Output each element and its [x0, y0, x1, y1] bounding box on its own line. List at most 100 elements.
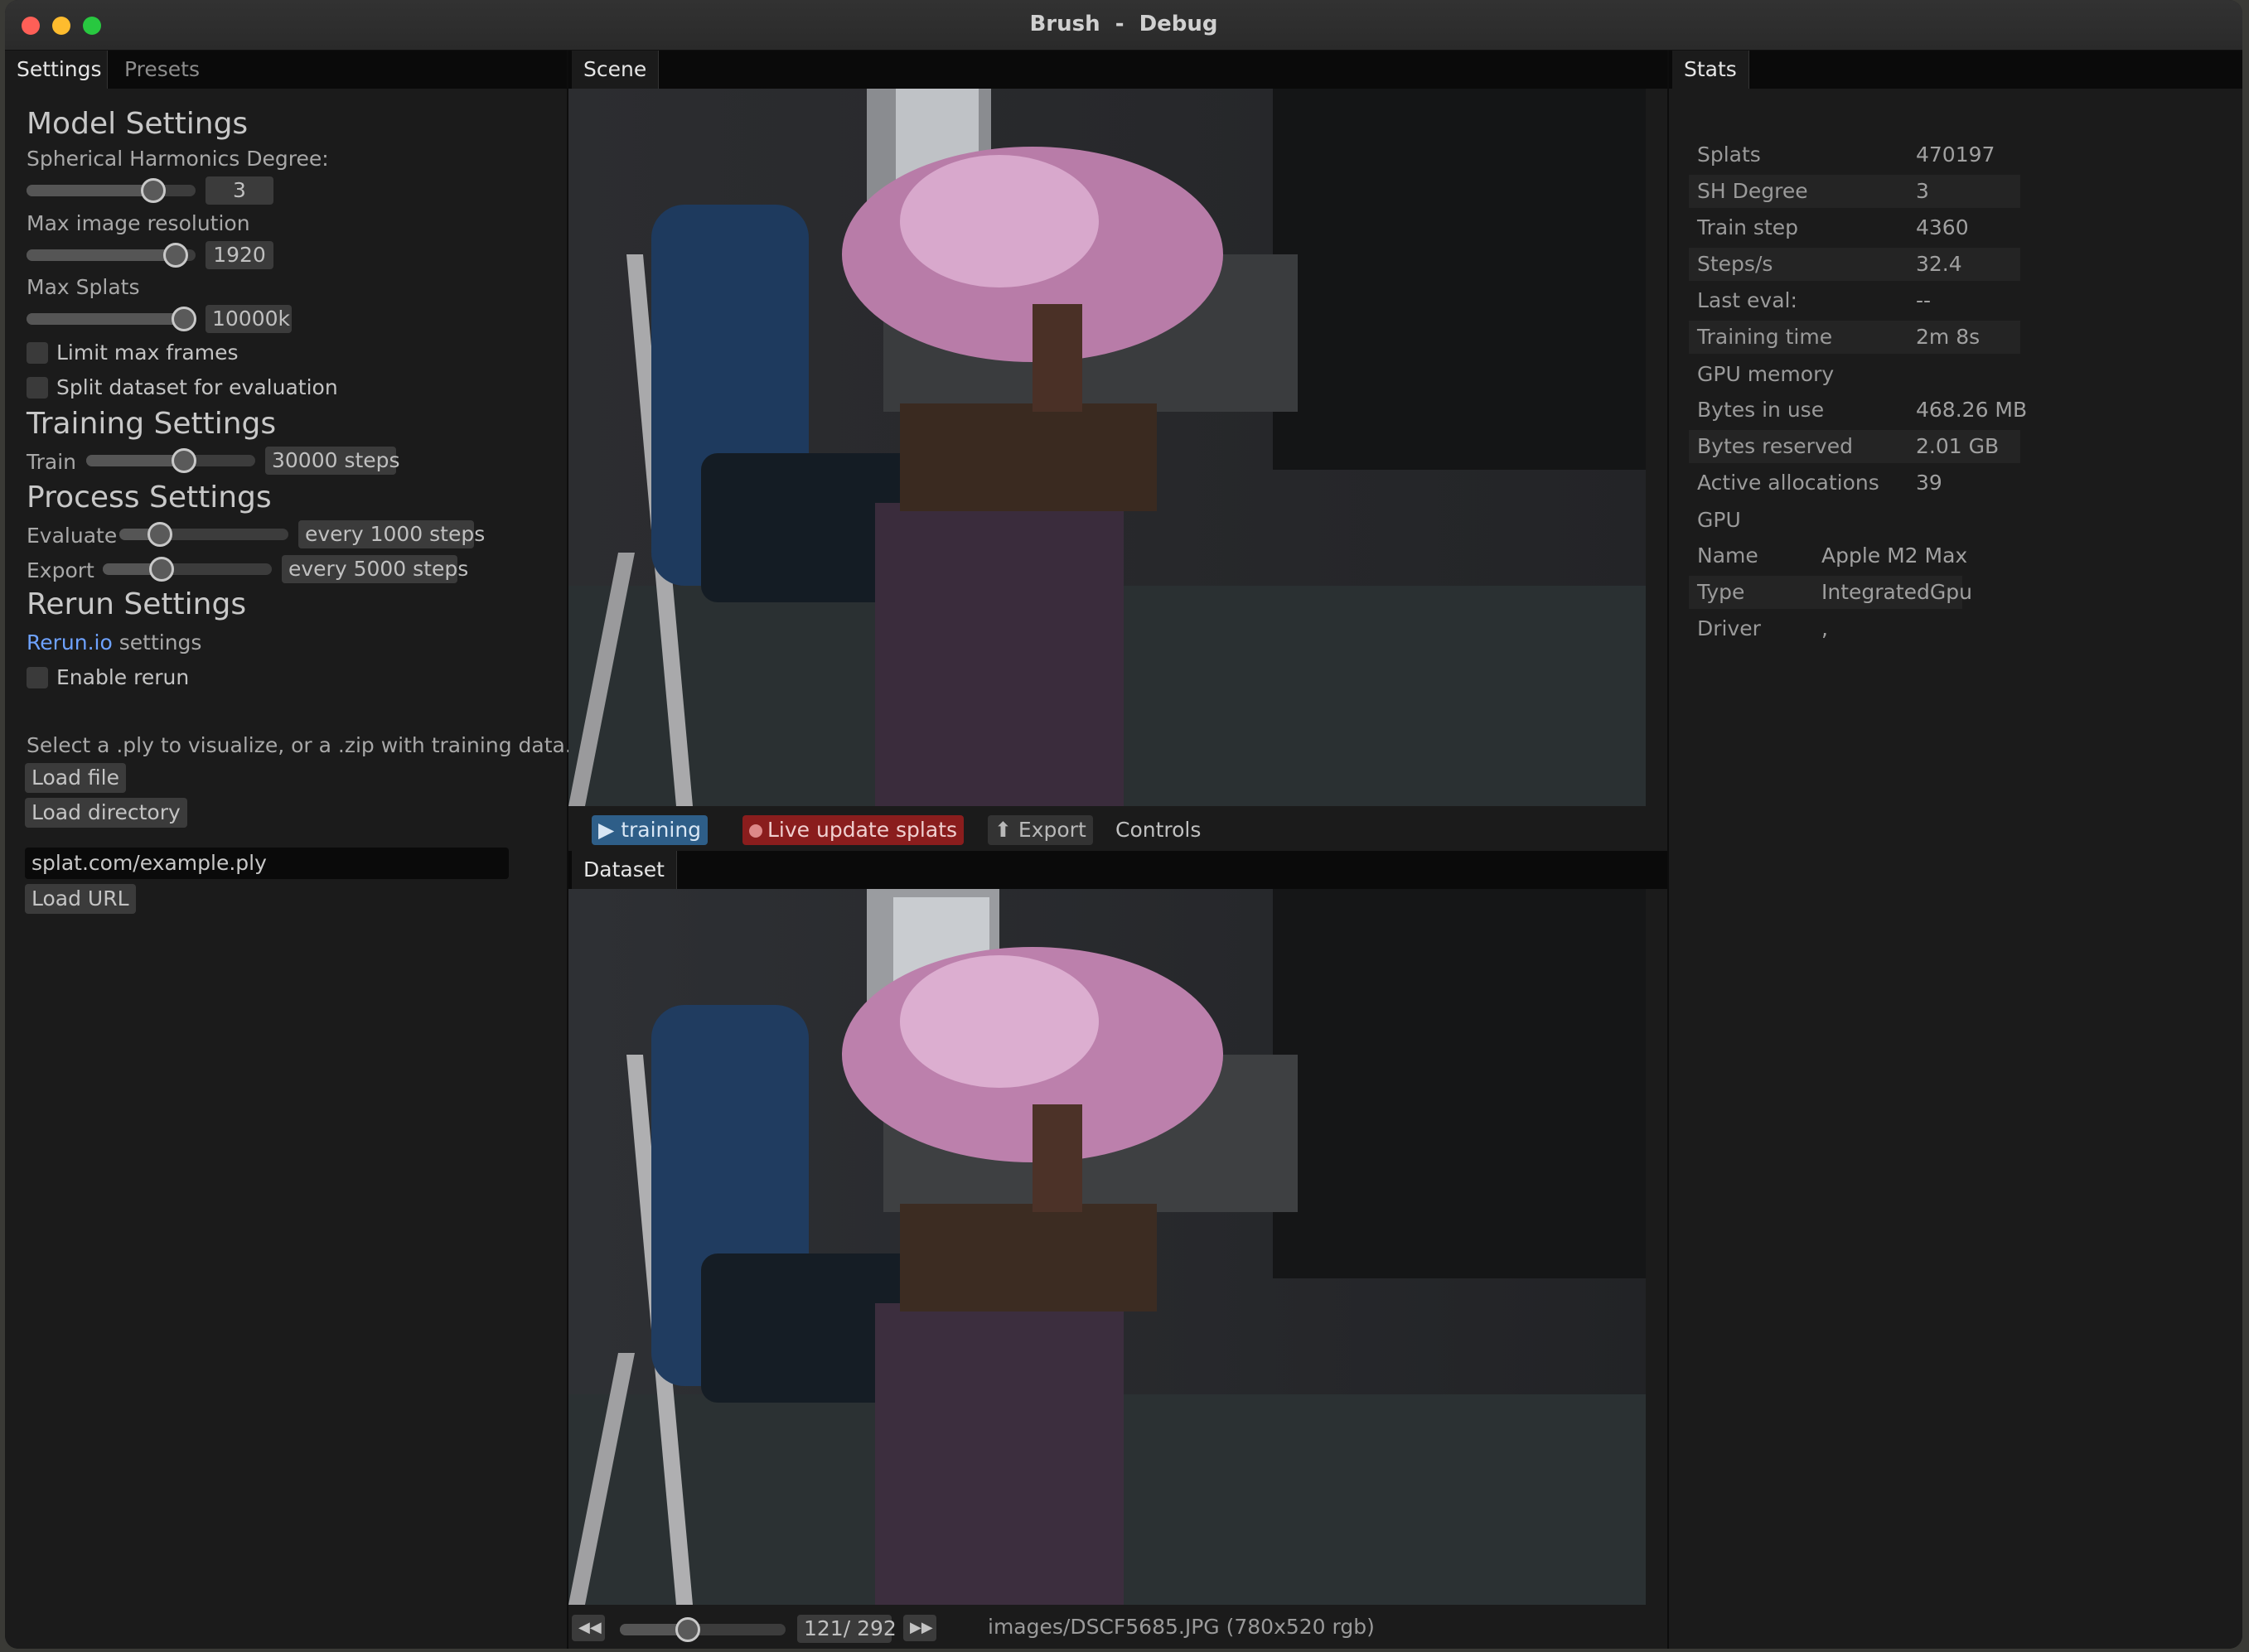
dataset-image: [568, 889, 1646, 1605]
max-splats-slider-fill: [27, 313, 184, 325]
stats-panel: Stats Splats 470197 SH Degree 3 Train step 43…: [1667, 51, 2242, 1649]
export-button-label: Export: [1018, 818, 1086, 842]
memory-stat-row: Bytes in use 468.26 MB: [1689, 394, 2027, 427]
evaluate-slider-knob[interactable]: [148, 522, 172, 547]
previous-frame-button[interactable]: ◀◀: [572, 1615, 605, 1641]
window-title: Brush - Debug: [1029, 12, 1218, 36]
max-resolution-slider-knob[interactable]: [163, 243, 188, 268]
gpu-heading: GPU: [1697, 508, 1741, 532]
controls-button[interactable]: Controls: [1109, 815, 1207, 845]
load-directory-button[interactable]: Load directory: [25, 798, 187, 828]
stat-key: Type: [1697, 580, 1745, 604]
live-update-splats-button[interactable]: Live update splats: [742, 815, 965, 845]
train-steps-slider-fill: [86, 455, 184, 466]
stat-key: Driver: [1697, 616, 1761, 640]
split-dataset-checkbox[interactable]: [27, 377, 48, 399]
max-resolution-value[interactable]: 1920: [206, 241, 273, 269]
tab-dataset[interactable]: Dataset: [572, 851, 677, 889]
stat-key: Name: [1697, 543, 1758, 568]
rerun-settings-suffix: settings: [112, 630, 202, 655]
frame-slider[interactable]: [620, 1617, 786, 1642]
limit-max-frames-label[interactable]: Limit max frames: [56, 341, 239, 365]
split-dataset-label[interactable]: Split dataset for evaluation: [56, 375, 338, 399]
rerun-io-link[interactable]: Rerun.io: [27, 630, 113, 655]
url-input[interactable]: splat.com/example.ply: [25, 848, 509, 879]
stat-key: Splats: [1697, 142, 1761, 167]
rerun-settings-heading: Rerun Settings: [27, 587, 247, 621]
export-value[interactable]: every 5000 steps: [282, 555, 468, 583]
stat-value: 2.01 GB: [1916, 434, 2000, 458]
training-toggle-button[interactable]: ▶ training: [592, 815, 709, 845]
stat-row: SH Degree 3: [1689, 175, 2020, 208]
stat-key: Last eval:: [1697, 288, 1797, 312]
next-frame-button[interactable]: ▶▶: [903, 1615, 936, 1641]
upload-arrow-icon: ⬆: [994, 818, 1018, 842]
stat-row: Last eval: --: [1689, 284, 2020, 317]
stat-key: Active allocations: [1697, 471, 1879, 495]
export-label: Export: [27, 558, 94, 582]
sh-degree-value[interactable]: 3: [206, 176, 273, 205]
settings-panel: Settings Presets Model Settings Spherica…: [5, 51, 572, 1649]
tab-settings[interactable]: Settings: [5, 51, 108, 89]
load-hint-text: Select a .ply to visualize, or a .zip wi…: [27, 733, 572, 757]
evaluate-label: Evaluate: [27, 524, 118, 548]
stat-value: ,: [1821, 616, 1828, 640]
dataset-viewport[interactable]: [568, 889, 1646, 1605]
stat-key: SH Degree: [1697, 179, 1808, 203]
load-file-button[interactable]: Load file: [25, 763, 126, 793]
evaluate-slider[interactable]: [119, 522, 288, 547]
stat-value: 470197: [1916, 142, 1995, 167]
stat-value: 39: [1916, 471, 1942, 495]
stat-key: Bytes in use: [1697, 398, 1825, 422]
record-dot-icon: [749, 824, 762, 838]
tab-scene[interactable]: Scene: [572, 51, 660, 89]
model-settings-heading: Model Settings: [27, 107, 249, 141]
stat-key: Steps/s: [1697, 252, 1773, 276]
export-button[interactable]: ⬆ Export: [988, 815, 1093, 845]
stat-row: Steps/s 32.4: [1689, 248, 2020, 281]
stat-row: Training time 2m 8s: [1689, 321, 2020, 354]
tab-presets[interactable]: Presets: [113, 51, 211, 89]
dataset-navigation-bar: ◀◀ 121/ 292 ▶▶ images/DSCF5685.JPG (780x…: [568, 1605, 1671, 1649]
stat-value: IntegratedGpu: [1821, 580, 1973, 604]
stat-row: Splats 470197: [1689, 138, 2020, 171]
rewind-icon: ◀◀: [578, 1619, 602, 1636]
memory-stat-row: Bytes reserved 2.01 GB: [1689, 430, 2020, 463]
sh-degree-slider-knob[interactable]: [141, 178, 166, 203]
max-resolution-slider[interactable]: [27, 243, 196, 268]
title-bar: Brush - Debug: [5, 0, 2242, 51]
sh-degree-label: Spherical Harmonics Degree:: [27, 147, 329, 171]
train-steps-slider-knob[interactable]: [172, 448, 196, 473]
fast-forward-icon: ▶▶: [910, 1619, 933, 1636]
enable-rerun-label[interactable]: Enable rerun: [56, 665, 189, 689]
training-settings-heading: Training Settings: [27, 407, 277, 441]
evaluate-value[interactable]: every 1000 steps: [298, 520, 485, 548]
train-steps-value[interactable]: 30000 steps: [265, 447, 400, 475]
tab-stats[interactable]: Stats: [1672, 51, 1749, 89]
limit-max-frames-checkbox[interactable]: [27, 342, 48, 364]
sh-degree-slider[interactable]: [27, 178, 196, 203]
live-update-splats-label: Live update splats: [767, 818, 958, 842]
max-splats-slider-knob[interactable]: [172, 307, 196, 331]
stat-value: Apple M2 Max: [1821, 543, 1968, 568]
train-steps-slider[interactable]: [86, 448, 255, 473]
stat-value: 32.4: [1916, 252, 1962, 276]
stat-key: Bytes reserved: [1697, 434, 1853, 458]
load-url-button[interactable]: Load URL: [25, 884, 136, 914]
training-toggle-label: training: [621, 818, 702, 842]
max-splats-value[interactable]: 10000k: [206, 305, 292, 333]
rerun-settings-line: Rerun.io settings: [27, 630, 201, 655]
frame-counter[interactable]: 121/ 292: [797, 1615, 897, 1643]
export-slider-knob[interactable]: [149, 557, 174, 582]
enable-rerun-checkbox[interactable]: [27, 667, 48, 688]
max-resolution-label: Max image resolution: [27, 211, 250, 235]
max-splats-slider[interactable]: [27, 307, 196, 331]
scene-viewport[interactable]: [568, 89, 1646, 806]
memory-stat-row: Active allocations 39: [1689, 466, 2020, 500]
frame-slider-knob[interactable]: [675, 1617, 700, 1642]
stat-value: 4360: [1916, 215, 1969, 239]
export-slider[interactable]: [103, 557, 272, 582]
image-info-text: images/DSCF5685.JPG (780x520 rgb): [988, 1615, 1375, 1639]
stats-tabbar: Stats: [1669, 51, 2242, 89]
gpu-stat-row: Driver,: [1689, 612, 1962, 645]
